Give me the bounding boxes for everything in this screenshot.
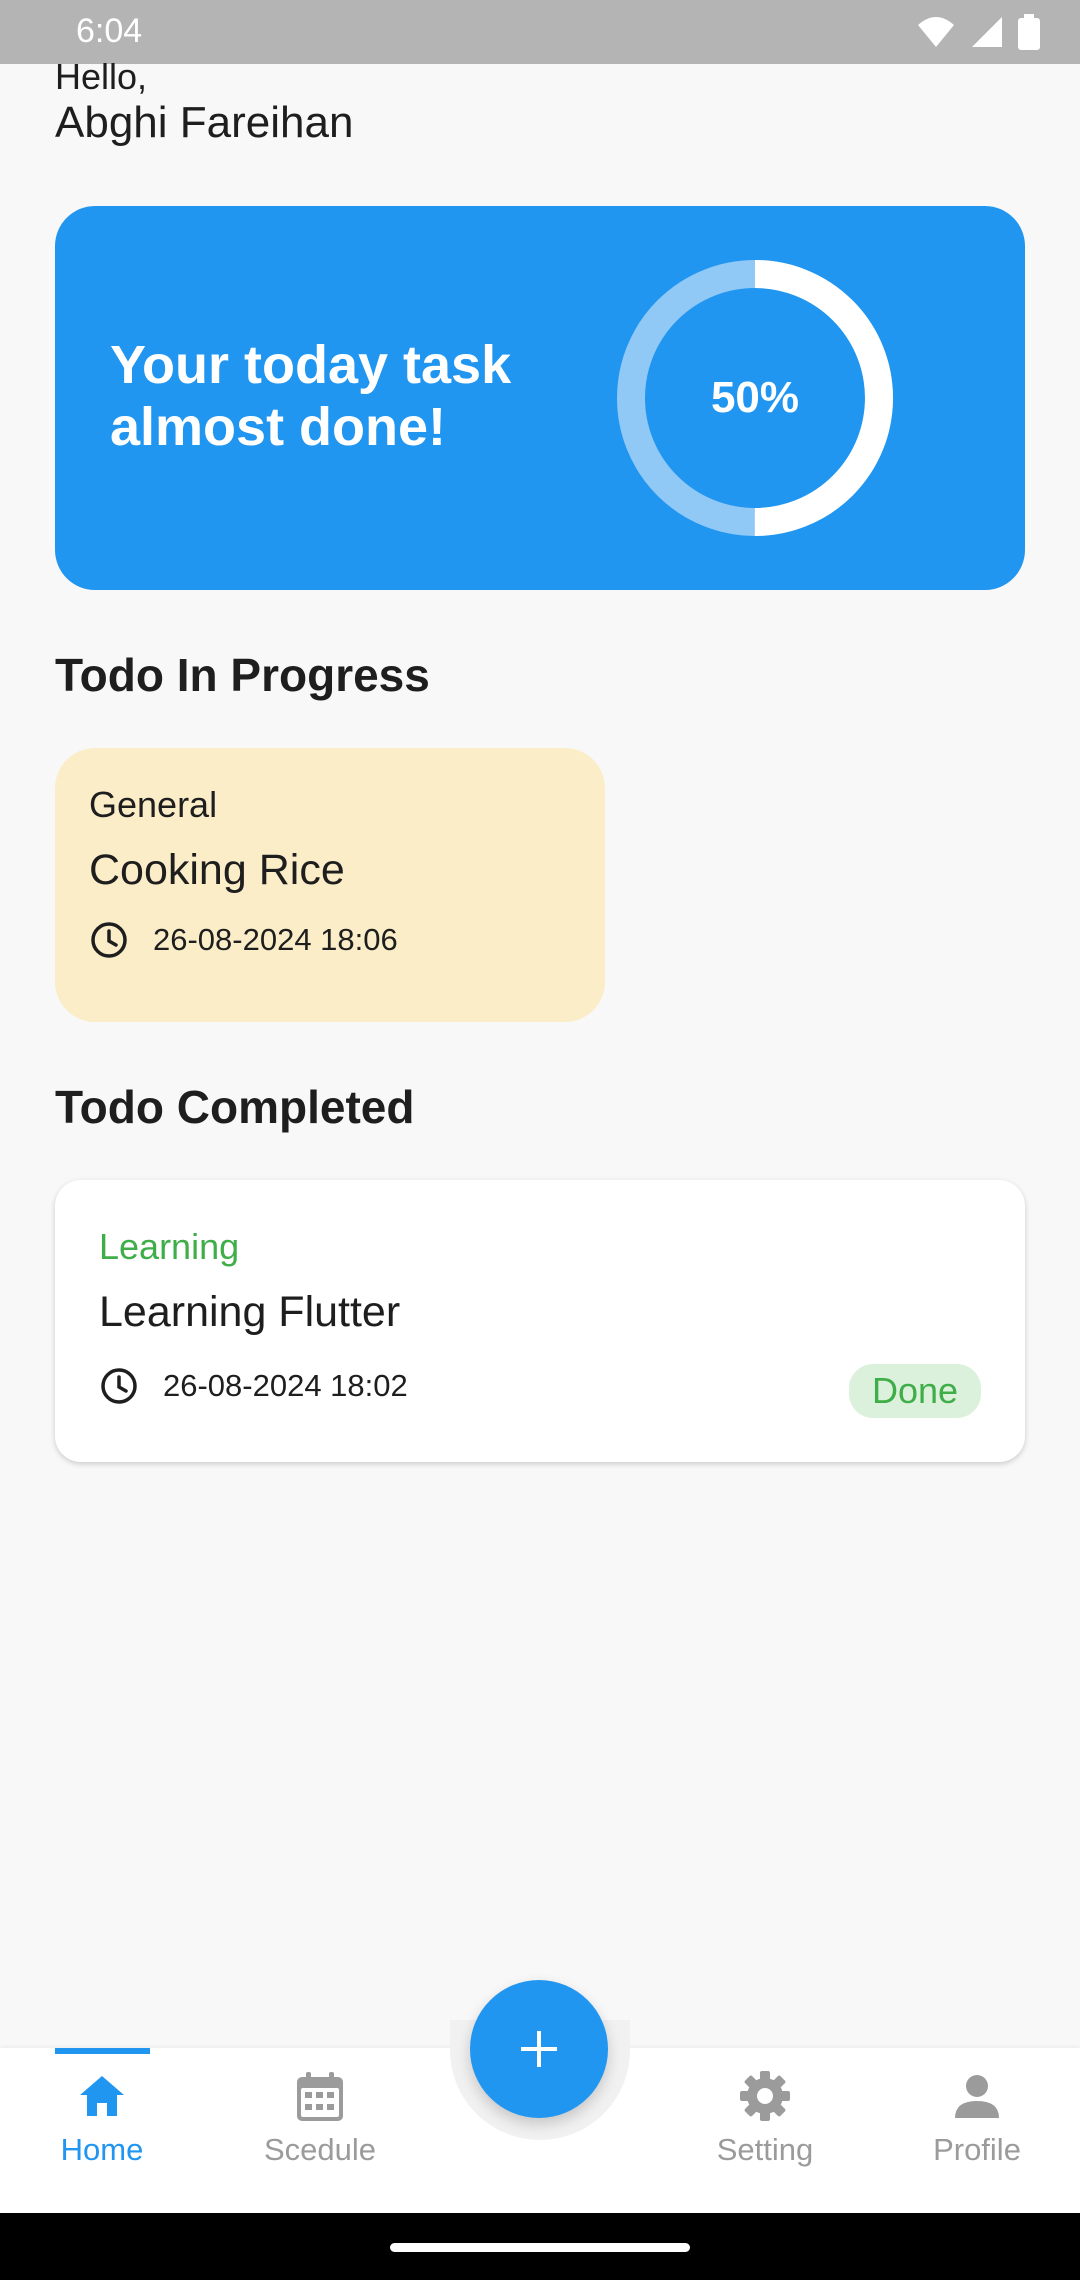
status-time: 6:04	[76, 12, 143, 50]
in-progress-section-title: Todo In Progress	[55, 649, 430, 701]
gear-icon	[740, 2071, 790, 2121]
in-progress-todo-card[interactable]: General Cooking Rice 26-08-2024 18:06	[55, 748, 605, 1022]
todo-title: Learning Flutter	[99, 1288, 401, 1336]
todo-category: Learning	[99, 1226, 240, 1267]
home-icon	[80, 2076, 124, 2116]
system-navigation-bar	[0, 2213, 1080, 2280]
todo-category: General	[89, 784, 218, 825]
plus-icon	[521, 2031, 557, 2067]
clock-icon	[91, 922, 127, 958]
greeting-hello: Hello,	[55, 56, 148, 97]
signal-icon	[972, 17, 1002, 47]
nav-item-home[interactable]: Home	[12, 2068, 192, 2168]
progress-percent: 50%	[710, 373, 800, 422]
user-name: Abghi Fareihan	[55, 98, 354, 147]
clock-icon	[101, 1368, 137, 1404]
battery-icon	[1018, 14, 1040, 50]
today-progress-card: Your today task almost done! 50%	[55, 206, 1025, 590]
person-icon	[955, 2075, 999, 2118]
nav-item-profile[interactable]: Profile	[887, 2068, 1067, 2168]
nav-item-schedule[interactable]: Scedule	[230, 2068, 410, 2168]
nav-label-profile: Profile	[933, 2132, 1021, 2167]
status-badge: Done	[849, 1364, 981, 1418]
todo-time-row: 26-08-2024 18:02	[99, 1366, 408, 1406]
todo-title: Cooking Rice	[89, 846, 345, 894]
todo-time: 26-08-2024 18:06	[153, 922, 398, 957]
nav-label-setting: Setting	[716, 2132, 814, 2167]
nav-label-schedule: Scedule	[263, 2132, 377, 2167]
completed-section-title: Todo Completed	[55, 1081, 415, 1133]
completed-todo-card[interactable]: Learning Learning Flutter 26-08-2024 18:…	[55, 1180, 1025, 1462]
calendar-icon	[297, 2072, 343, 2121]
status-icons	[916, 14, 1040, 50]
nav-label-home: Home	[60, 2132, 144, 2167]
wifi-icon	[918, 17, 954, 47]
todo-time-row: 26-08-2024 18:06	[89, 920, 398, 960]
active-tab-indicator	[55, 2048, 150, 2054]
add-todo-button[interactable]	[470, 1980, 608, 2118]
progress-ring: 50%	[617, 260, 893, 536]
todo-time: 26-08-2024 18:02	[163, 1368, 408, 1403]
status-bar: 6:04	[0, 0, 1080, 64]
progress-message: Your today task almost done!	[110, 335, 512, 457]
home-gesture-handle[interactable]	[390, 2243, 690, 2252]
nav-item-setting[interactable]: Setting	[675, 2068, 855, 2168]
